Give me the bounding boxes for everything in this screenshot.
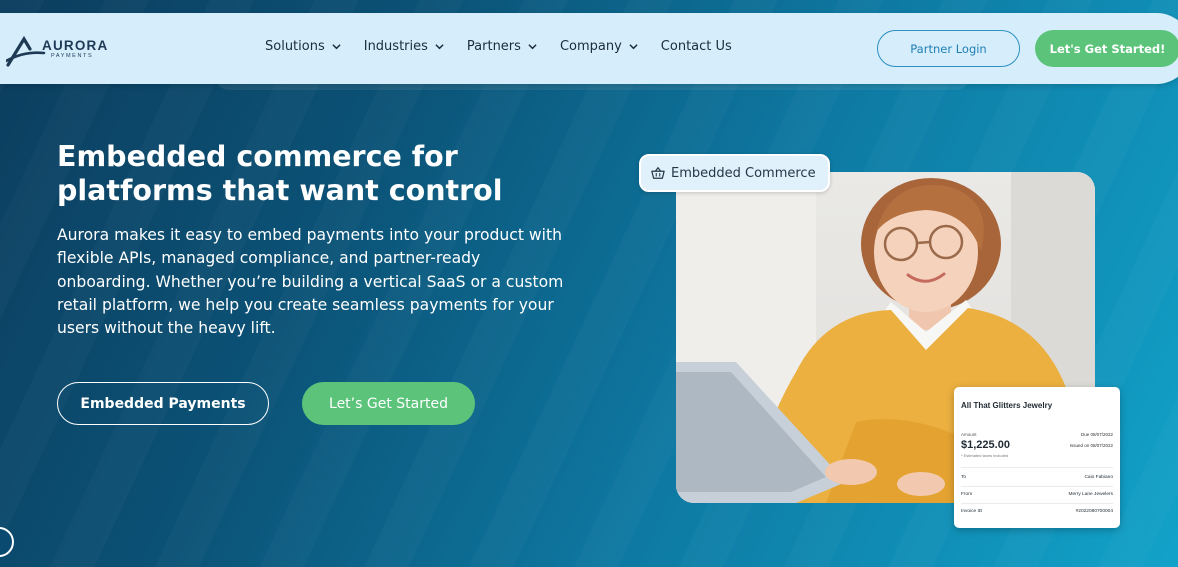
invoice-row-value: Caio Fabiano (1084, 475, 1113, 480)
chevron-down-icon (332, 44, 341, 50)
chevron-down-icon (629, 44, 638, 50)
hero-title: Embedded commerce for platforms that wan… (57, 140, 503, 207)
invoice-issued-date: Issued on 08/07/2022 (1069, 443, 1113, 448)
logo-subtitle: PAYMENTS (51, 53, 94, 59)
basket-icon (651, 166, 665, 179)
invoice-row-to: To Caio Fabiano (961, 475, 1113, 480)
partner-login-button[interactable]: Partner Login (877, 30, 1020, 67)
accessibility-widget-button[interactable] (0, 527, 14, 557)
main-menu: Solutions Industries Partners Company Co… (265, 39, 755, 54)
tag-label: Embedded Commerce (671, 165, 816, 181)
invoice-due-date: Due 08/07/2022 (1080, 432, 1113, 437)
invoice-card: All That Glitters Jewelry Amount $1,225.… (954, 387, 1120, 528)
nav-item-label: Solutions (265, 39, 325, 54)
logo-wordmark: AURORA (42, 38, 109, 53)
nav-item-label: Contact Us (660, 39, 732, 54)
invoice-divider (961, 467, 1113, 468)
invoice-row-label: To (961, 475, 967, 480)
invoice-divider (961, 486, 1113, 487)
nav-item-industries[interactable]: Industries (364, 39, 444, 54)
nav-item-label: Partners (466, 39, 521, 54)
nav-item-label: Company (559, 39, 622, 54)
get-started-hero-button[interactable]: Let’s Get Started (302, 382, 475, 425)
invoice-merchant: All That Glitters Jewelry (961, 401, 1053, 410)
invoice-row-from: From Merry Lane Jewelers (961, 492, 1113, 497)
navbar: AURORA PAYMENTS Solutions Industries Par… (0, 13, 1178, 84)
invoice-row-label: From (961, 492, 973, 497)
hero-description: Aurora makes it easy to embed payments i… (57, 226, 564, 338)
invoice-row-value: #2022080700004 (1075, 509, 1113, 514)
chevron-down-icon (528, 44, 537, 50)
nav-item-partners[interactable]: Partners (467, 39, 537, 54)
invoice-divider (961, 503, 1113, 504)
nav-item-label: Industries (363, 39, 428, 54)
invoice-row-value: Merry Lane Jewelers (1068, 492, 1113, 497)
invoice-amount-label: Amount (961, 432, 977, 437)
aurora-logo[interactable]: AURORA PAYMENTS (6, 35, 110, 69)
invoice-amount: $1,225.00 (961, 439, 1010, 451)
invoice-taxes-note: * Estimated taxes included (961, 453, 1009, 458)
invoice-row-label: Invoice ID (961, 509, 983, 514)
invoice-row-id: Invoice ID #2022080700004 (961, 509, 1113, 514)
aurora-logo-icon (6, 35, 46, 67)
nav-item-company[interactable]: Company (560, 39, 638, 54)
nav-item-solutions[interactable]: Solutions (265, 39, 341, 54)
get-started-nav-button[interactable]: Let's Get Started! (1035, 30, 1178, 67)
embedded-commerce-tag: Embedded Commerce (639, 154, 830, 192)
chevron-down-icon (435, 44, 444, 50)
embedded-payments-button[interactable]: Embedded Payments (57, 382, 269, 425)
nav-item-contact-us[interactable]: Contact Us (661, 39, 732, 54)
